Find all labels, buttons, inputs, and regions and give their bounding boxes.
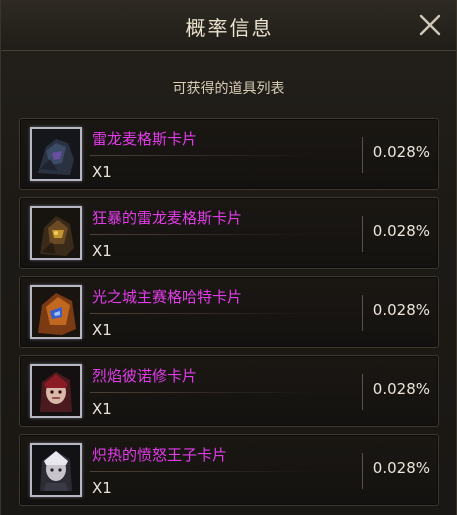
item-probability: 0.028% — [372, 222, 430, 240]
item-divider — [90, 155, 315, 156]
card-thumbnail-icon — [30, 206, 82, 260]
dialog-header: 概率信息 — [1, 0, 456, 51]
card-thumbnail-icon — [30, 127, 82, 181]
close-icon — [419, 14, 441, 36]
column-separator — [362, 374, 363, 410]
item-divider — [90, 392, 315, 393]
column-separator — [362, 295, 363, 331]
item-quantity: X1 — [92, 321, 112, 339]
item-name: 烈焰彼诺修卡片 — [92, 367, 198, 385]
item-name: 雷龙麦格斯卡片 — [92, 130, 198, 148]
list-item[interactable]: 狂暴的雷龙麦格斯卡片 X1 0.028% — [19, 197, 439, 269]
item-name: 狂暴的雷龙麦格斯卡片 — [92, 209, 243, 227]
list-item[interactable]: 炽热的愤怒王子卡片 X1 0.028% — [19, 434, 439, 506]
list-item[interactable]: 光之城主赛格哈特卡片 X1 0.028% — [19, 276, 439, 348]
card-thumbnail-icon — [30, 364, 82, 418]
column-separator — [362, 137, 363, 173]
column-separator — [362, 453, 363, 489]
item-divider — [90, 313, 315, 314]
item-list-subtitle: 可获得的道具列表 — [172, 81, 285, 97]
item-probability: 0.028% — [372, 143, 430, 161]
item-quantity: X1 — [92, 242, 112, 260]
item-quantity: X1 — [92, 400, 112, 418]
dialog-title: 概率信息 — [185, 16, 274, 40]
item-probability: 0.028% — [372, 459, 430, 477]
item-divider — [90, 234, 315, 235]
column-separator — [362, 216, 363, 252]
card-thumbnail-icon — [30, 285, 82, 339]
close-button[interactable] — [416, 11, 444, 39]
list-item[interactable]: 雷龙麦格斯卡片 X1 0.028% — [19, 118, 439, 190]
item-probability: 0.028% — [372, 301, 430, 319]
item-name: 炽热的愤怒王子卡片 — [92, 446, 228, 464]
item-quantity: X1 — [92, 163, 112, 181]
item-probability: 0.028% — [372, 380, 430, 398]
item-list: 雷龙麦格斯卡片 X1 0.028% 狂暴的雷龙麦格斯卡片 X1 0.028% 光… — [19, 118, 439, 513]
item-name: 光之城主赛格哈特卡片 — [92, 288, 243, 306]
card-thumbnail-icon — [30, 443, 82, 497]
list-item[interactable]: 烈焰彼诺修卡片 X1 0.028% — [19, 355, 439, 427]
item-divider — [90, 471, 315, 472]
probability-info-dialog: 概率信息 可获得的道具列表 雷龙麦格斯卡片 X1 0.028% 狂暴的雷龙麦格斯… — [0, 0, 457, 515]
item-quantity: X1 — [92, 479, 112, 497]
